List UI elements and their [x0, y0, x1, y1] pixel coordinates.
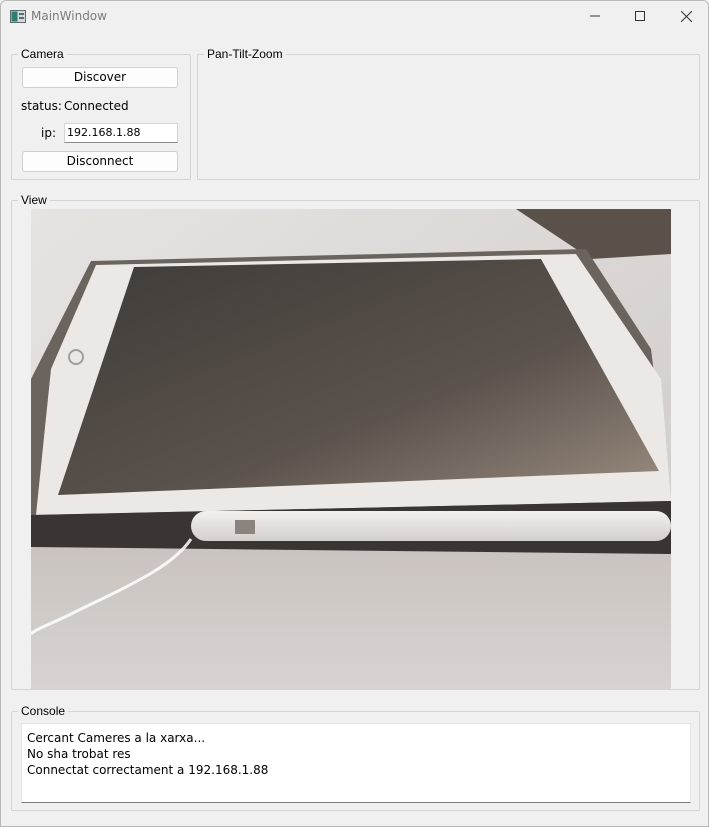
maximize-button[interactable]	[617, 1, 663, 31]
maximize-icon	[635, 11, 645, 21]
disconnect-button[interactable]: Disconnect	[22, 151, 178, 172]
app-window-icon	[10, 10, 26, 23]
title-bar[interactable]: MainWindow	[1, 1, 708, 31]
status-label: status:	[21, 99, 62, 113]
minimize-icon	[590, 15, 600, 17]
status-value: Connected	[64, 99, 129, 113]
pan-tilt-zoom-group: Pan-Tilt-Zoom	[197, 47, 700, 180]
discover-button[interactable]: Discover	[22, 67, 178, 88]
pan-tilt-zoom-group-title: Pan-Tilt-Zoom	[204, 47, 286, 62]
console-output[interactable]: Cercant Cameres a la xarxa... No sha tro…	[21, 723, 691, 803]
minimize-button[interactable]	[572, 1, 618, 31]
camera-view-image	[31, 209, 671, 689]
ip-input[interactable]: 192.168.1.88	[64, 123, 178, 143]
view-group-title: View	[18, 193, 50, 208]
close-icon	[680, 10, 692, 22]
console-line: Connectat correctament a 192.168.1.88	[27, 763, 269, 777]
window-title: MainWindow	[31, 9, 107, 23]
console-group-title: Console	[18, 704, 69, 719]
console-line: Cercant Cameres a la xarxa...	[27, 731, 206, 745]
console-line: No sha trobat res	[27, 747, 131, 761]
camera-feed-picture	[31, 209, 671, 689]
ip-label: ip:	[41, 126, 56, 140]
camera-group-title: Camera	[18, 47, 67, 62]
close-button[interactable]	[663, 1, 708, 31]
main-window: MainWindow Camera Discover status: Conne…	[0, 0, 709, 827]
